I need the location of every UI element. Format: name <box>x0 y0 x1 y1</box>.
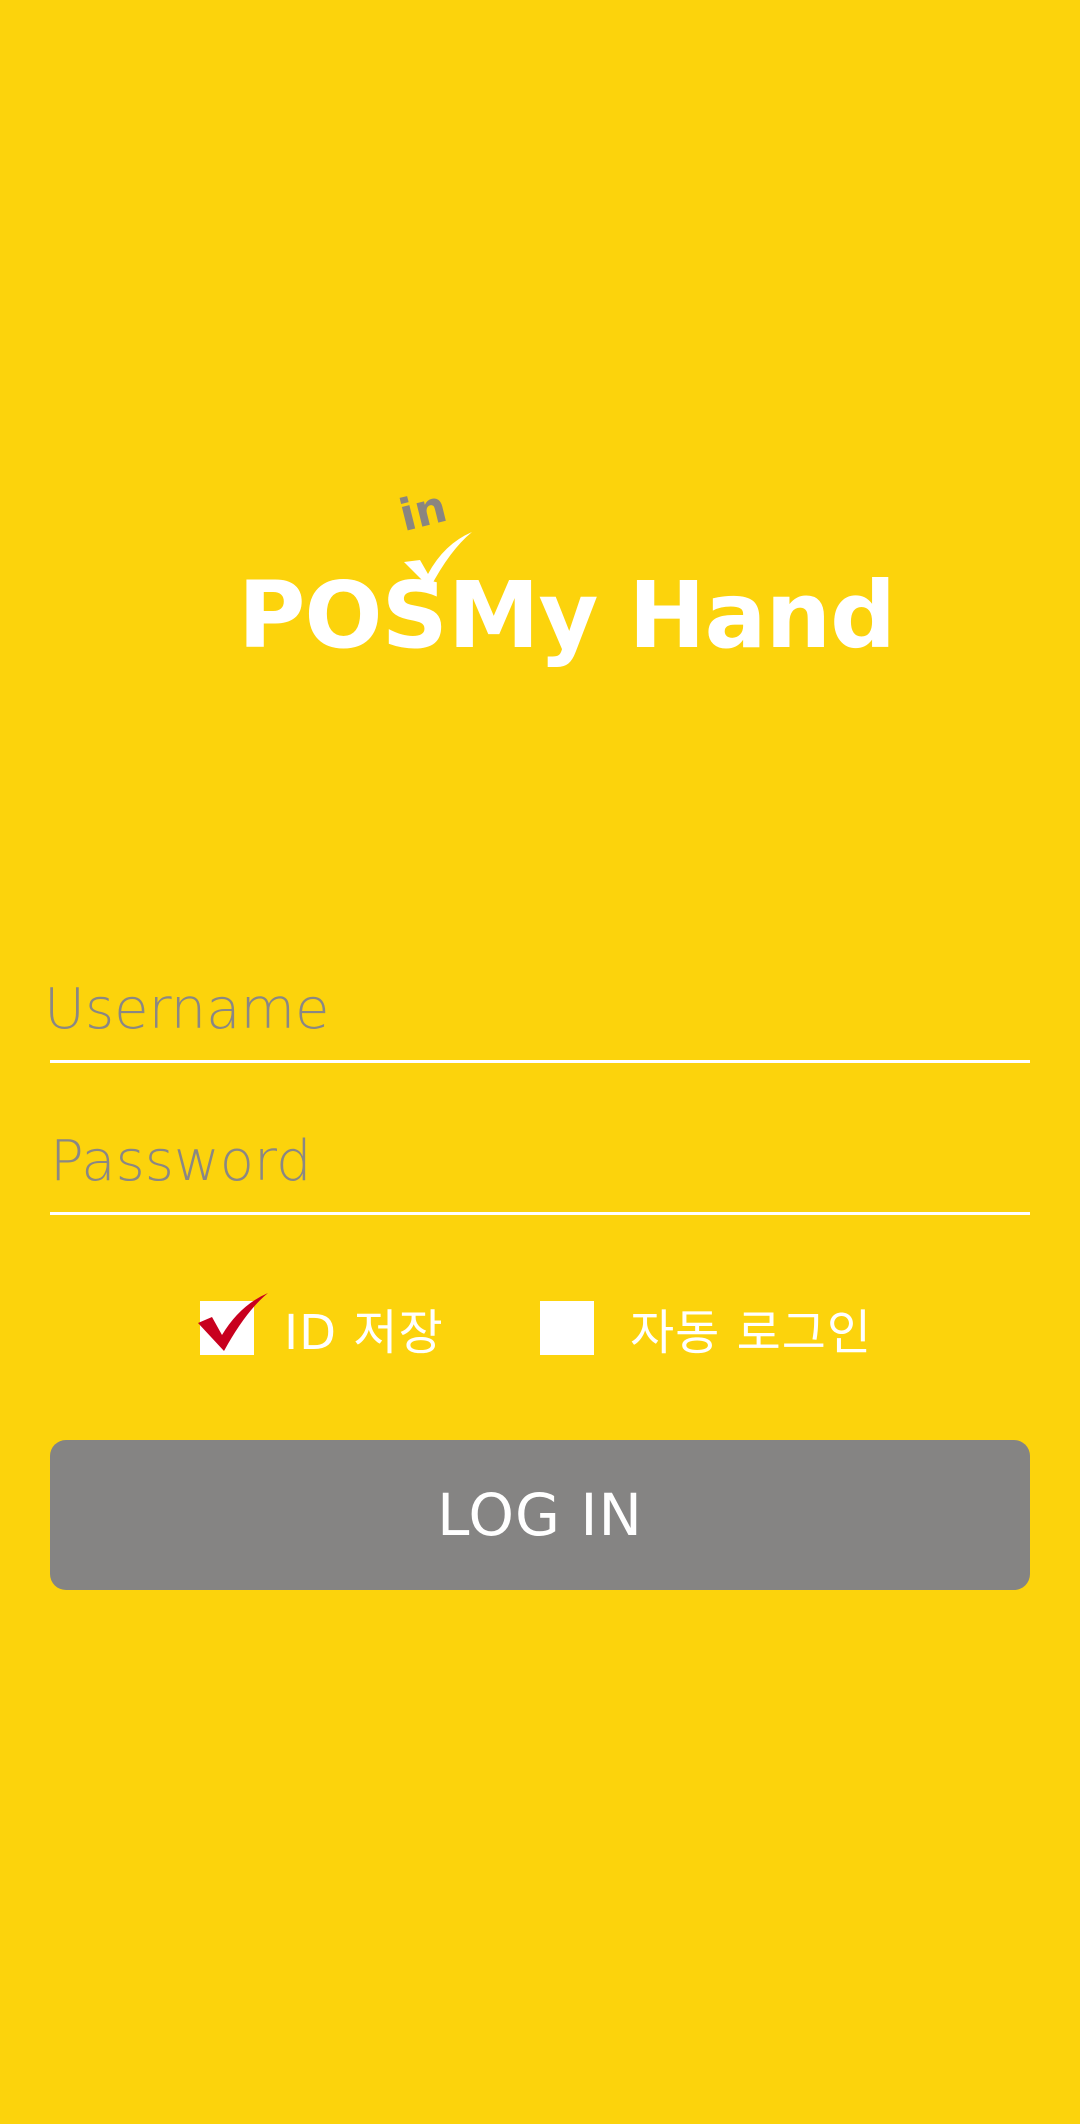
logo-pos-text: POS <box>238 562 448 669</box>
save-id-label: ID 저장 <box>284 1305 444 1361</box>
password-field <box>50 1112 1030 1215</box>
save-id-checkbox[interactable] <box>198 1293 268 1355</box>
auto-login-label: 자동 로그인 <box>630 1305 873 1361</box>
save-id-option[interactable]: ID 저장 <box>198 1288 444 1368</box>
checkmark-icon <box>198 1293 268 1351</box>
login-button-label: LOG IN <box>437 1481 643 1549</box>
logo-my-hand-text: My Hand <box>448 562 896 669</box>
auto-login-checkbox[interactable] <box>540 1301 594 1355</box>
app-logo: in POS My Hand <box>0 480 1080 680</box>
login-screen: in POS My Hand ID 저장 자동 로그인 LOG IN <box>0 0 1080 2124</box>
auto-login-option[interactable]: 자동 로그인 <box>540 1288 872 1368</box>
username-field <box>44 960 1030 1063</box>
password-input[interactable] <box>50 1129 1030 1194</box>
login-button[interactable]: LOG IN <box>50 1440 1030 1590</box>
login-options: ID 저장 자동 로그인 <box>0 1288 1080 1368</box>
username-input[interactable] <box>44 977 1024 1042</box>
